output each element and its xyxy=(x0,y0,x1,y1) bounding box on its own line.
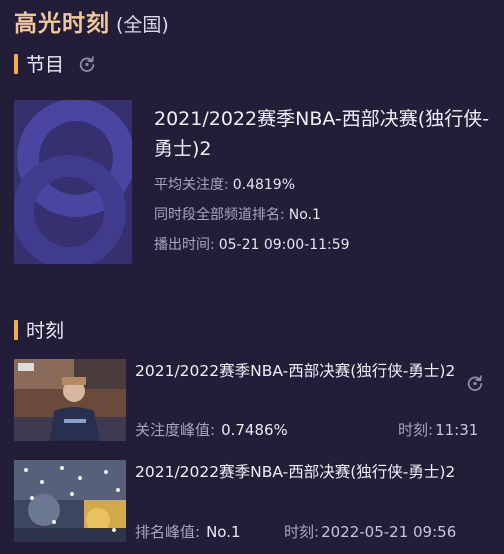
moment-thumbnail[interactable] xyxy=(14,460,126,542)
refresh-icon[interactable] xyxy=(466,374,484,392)
confetti-celebration-image xyxy=(14,460,126,542)
avg-attention-label: 平均关注度: xyxy=(154,177,229,193)
moment-thumbnail[interactable] xyxy=(14,359,126,441)
moments-section-header: 时刻 xyxy=(14,316,64,343)
moment-time-value: 2022-05-21 09:56 xyxy=(321,523,457,541)
rank-peak-value: No.1 xyxy=(206,523,241,541)
moment-title[interactable]: 2021/2022赛季NBA-西部决赛(独行侠-勇士)2 xyxy=(135,460,457,484)
accent-bar xyxy=(14,53,18,74)
moment-time-row: 时刻: 11:31 xyxy=(398,419,478,440)
basketball-player-image xyxy=(14,359,126,441)
attention-peak-row: 关注度峰值: 0.7486% xyxy=(135,419,288,440)
moment-time-row: 时刻: 2022-05-21 09:56 xyxy=(284,521,456,542)
air-time-value: 05-21 09:00-11:59 xyxy=(218,237,350,253)
moment-time-label: 时刻: xyxy=(284,523,320,541)
attention-peak-value: 0.7486% xyxy=(221,421,288,439)
refresh-icon[interactable] xyxy=(78,55,96,73)
rank-value: No.1 xyxy=(288,207,321,223)
program-section-label: 节目 xyxy=(26,54,65,76)
moment-time-label: 时刻: xyxy=(398,421,434,439)
program-section-header: 节目 xyxy=(14,50,96,77)
moment-title[interactable]: 2021/2022赛季NBA-西部决赛(独行侠-勇士)2 xyxy=(135,359,457,383)
avg-attention-value: 0.4819% xyxy=(232,177,296,193)
rank-label: 同时段全部频道排名: xyxy=(154,207,285,223)
moments-section-label: 时刻 xyxy=(26,320,65,342)
accent-bar xyxy=(14,319,18,340)
page-title: 高光时刻 xyxy=(14,11,110,37)
air-time-label: 播出时间: xyxy=(154,237,215,253)
moment-time-value: 11:31 xyxy=(435,421,479,439)
program-title[interactable]: 2021/2022赛季NBA-西部决赛(独行侠-勇士)2 xyxy=(154,104,490,164)
page-header: 高光时刻 (全国) xyxy=(14,4,169,38)
rank-peak-row: 排名峰值: No.1 xyxy=(135,521,241,542)
program-logo-placeholder xyxy=(14,100,132,264)
rank-row: 同时段全部频道排名: No.1 xyxy=(154,204,321,224)
rank-peak-label: 排名峰值: xyxy=(135,523,201,541)
avg-attention-row: 平均关注度: 0.4819% xyxy=(154,174,295,194)
air-time-row: 播出时间: 05-21 09:00-11:59 xyxy=(154,234,350,254)
attention-peak-label: 关注度峰值: xyxy=(135,421,216,439)
scope-label: (全国) xyxy=(116,14,169,36)
screen: 高光时刻 (全国) 节目 2021/2022赛季NBA-西部决赛(独行侠-勇士)… xyxy=(0,0,504,554)
program-cover-image[interactable] xyxy=(14,100,132,264)
